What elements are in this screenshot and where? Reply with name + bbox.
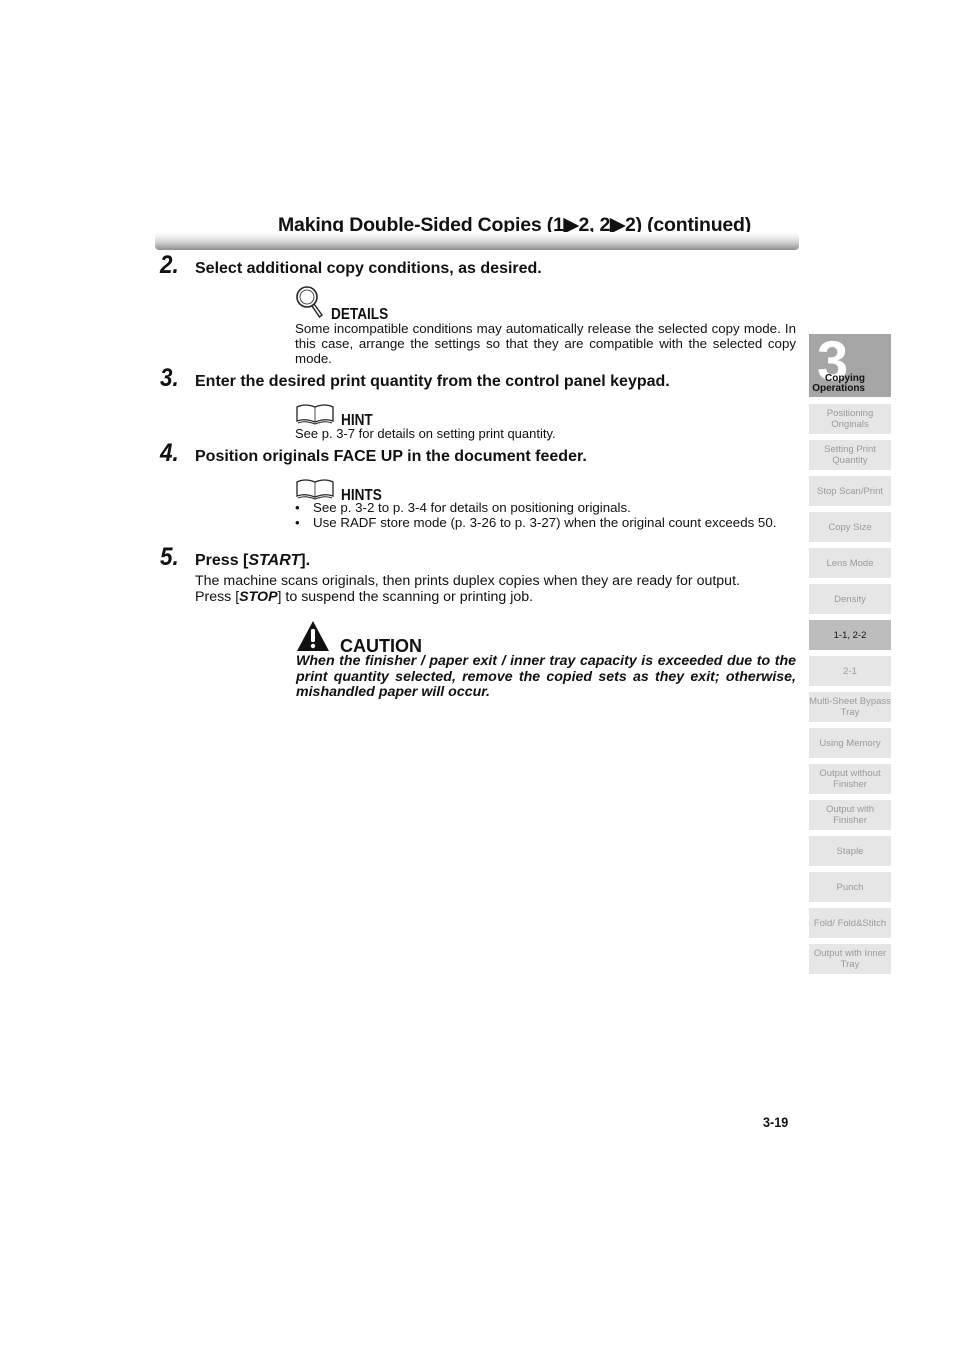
sidebar-tab[interactable]: Positioning Originals xyxy=(809,404,891,434)
sidebar-tab[interactable]: Output with Inner Tray xyxy=(809,944,891,974)
sidebar-tab[interactable]: Copy Size xyxy=(809,512,891,542)
sidebar-tab-label: Output with Finisher xyxy=(825,804,875,826)
sidebar-tab-label: Output with Inner Tray xyxy=(813,948,887,970)
step-number: 5. xyxy=(160,543,179,571)
step-text: Position originals FACE UP in the docume… xyxy=(195,448,587,465)
sidebar-tab[interactable]: Stop Scan/Print xyxy=(809,476,891,506)
sidebar-tab[interactable]: 1-1, 2-2 xyxy=(809,620,891,650)
sidebar-tab-label: Density xyxy=(834,593,866,605)
step-text: Enter the desired print quantity from th… xyxy=(195,373,670,390)
sidebar-tab-label: Stop Scan/Print xyxy=(816,485,883,497)
sidebar-tab-label: 1-1, 2-2 xyxy=(833,629,867,641)
start-key: START xyxy=(248,552,301,569)
magnifier-icon xyxy=(295,285,325,324)
sidebar-tab[interactable]: Multi-Sheet Bypass Tray xyxy=(809,692,891,722)
sidebar-tab-label: Copy Size xyxy=(828,521,872,533)
sidebar-tab[interactable]: Output without Finisher xyxy=(809,764,891,794)
hints-list: • See p. 3-2 to p. 3-4 for details on pos… xyxy=(295,500,796,530)
sidebar-tab[interactable]: Output with Finisher xyxy=(809,800,891,830)
step-number: 4. xyxy=(160,439,179,467)
sidebar-tab-label: Fold/ Fold&Stitch xyxy=(813,917,887,929)
list-item: • See p. 3-2 to p. 3-4 for details on pos… xyxy=(295,500,631,515)
caution-heading: CAUTION xyxy=(296,620,422,657)
sidebar-tab-label: Lens Mode xyxy=(826,557,874,569)
chapter-tab[interactable]: 3 Copying Operations xyxy=(809,334,891,397)
sidebar-tab-label: Punch xyxy=(836,881,864,893)
sidebar-tab-label: 2-1 xyxy=(843,665,857,677)
step-body: The machine scans originals, then prints… xyxy=(195,573,740,606)
sidebar-tab[interactable]: Lens Mode xyxy=(809,548,891,578)
title-bar-divider xyxy=(155,232,799,250)
sidebar-tab[interactable]: Density xyxy=(809,584,891,614)
sidebar-tab[interactable]: Punch xyxy=(809,872,891,902)
caution-body: When the finisher / paper exit / inner t… xyxy=(296,653,796,701)
step-number: 3. xyxy=(160,364,179,392)
sidebar-tab[interactable]: 2-1 xyxy=(809,656,891,686)
sidebar-tab-label: Staple xyxy=(836,845,864,857)
list-item: • Use RADF store mode (p. 3-26 to p. 3-27… xyxy=(295,514,777,530)
bullet-icon: • xyxy=(295,514,300,530)
bullet-icon: • xyxy=(295,500,300,515)
chapter-label: Copying Operations xyxy=(812,373,865,394)
sidebar-tab[interactable]: Using Memory xyxy=(809,728,891,758)
step-number: 2. xyxy=(160,251,179,279)
stop-key: STOP xyxy=(239,589,278,606)
sidebar-tab[interactable]: Fold/ Fold&Stitch xyxy=(809,908,891,938)
hint-body: See p. 3-7 for details on setting print … xyxy=(295,426,556,441)
sidebar-tab[interactable]: Setting Print Quantity xyxy=(809,440,891,470)
sidebar-tab-label: Using Memory xyxy=(819,737,881,749)
sidebar-tab-label: Multi-Sheet Bypass Tray xyxy=(809,696,891,718)
details-body: Some incompatible conditions may automat… xyxy=(295,321,796,366)
page-number: 3-19 xyxy=(763,1114,789,1130)
sidebar-tab-label: Positioning Originals xyxy=(826,408,874,430)
sidebar-tab[interactable]: Staple xyxy=(809,836,891,866)
step-text: Press [START]. xyxy=(195,552,311,569)
details-heading: DETAILS xyxy=(295,285,398,324)
sidebar-tab-label: Setting Print Quantity xyxy=(824,444,876,466)
warning-triangle-icon xyxy=(296,620,330,657)
step-text: Select additional copy conditions, as de… xyxy=(195,260,542,277)
sidebar-tab-label: Output without Finisher xyxy=(819,768,881,790)
